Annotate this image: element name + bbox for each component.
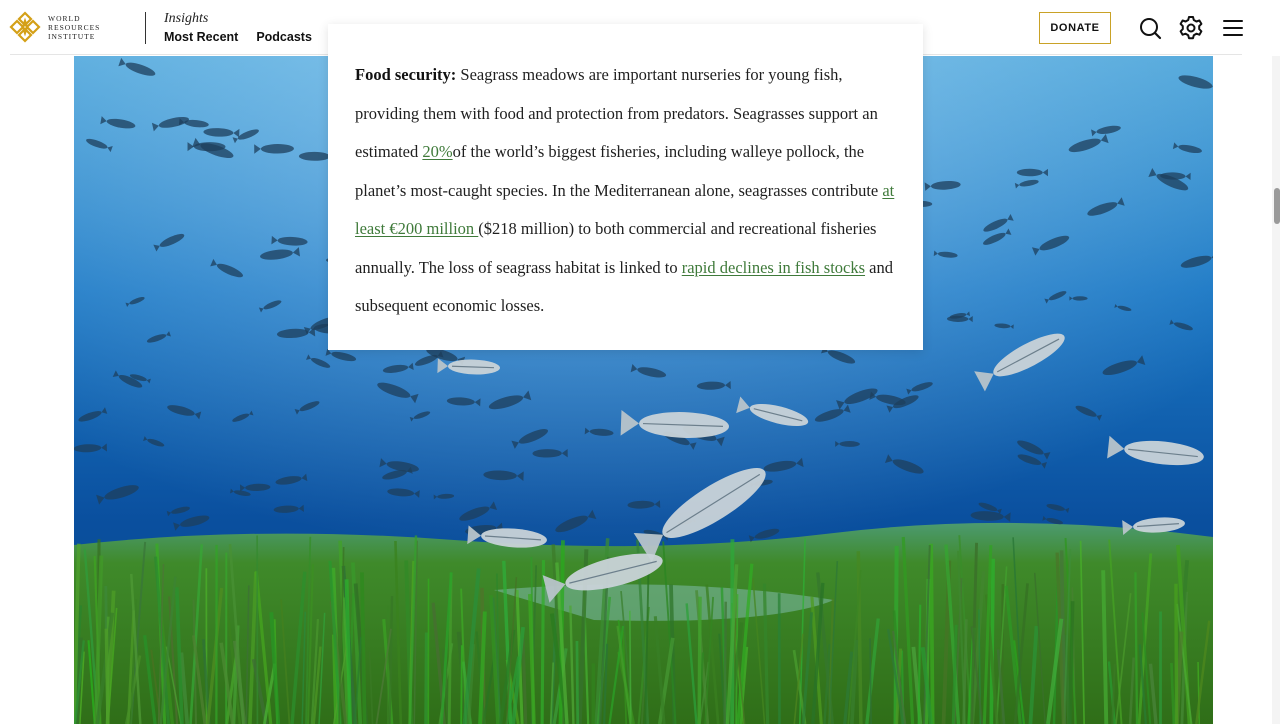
settings-button[interactable]: [1177, 14, 1205, 42]
search-icon: [1140, 18, 1162, 40]
gear-icon: [1179, 16, 1203, 40]
donate-button[interactable]: DONATE: [1039, 12, 1111, 44]
seagrass-blade: [629, 610, 632, 724]
seagrass-blade: [575, 641, 580, 724]
logo-line-3: Institute: [48, 31, 96, 41]
seagrass-blade: [104, 628, 110, 724]
seagrass-blade: [424, 632, 429, 724]
seagrass-blade: [460, 645, 463, 724]
link-fish-stock-declines[interactable]: rapid declines in fish stocks: [682, 258, 865, 277]
food-security-paragraph: Food security: Seagrass meadows are impo…: [355, 56, 900, 326]
wri-logo-text: World Resources Institute: [48, 14, 100, 41]
nav-podcasts[interactable]: Podcasts: [256, 30, 312, 44]
logo-line-2: Resources: [48, 22, 101, 32]
primary-nav: Most Recent Podcasts N: [164, 30, 334, 44]
seagrass-blade: [869, 638, 872, 724]
header-divider: [145, 12, 146, 44]
article-text-card: Food security: Seagrass meadows are impo…: [328, 24, 923, 350]
scrollbar-track[interactable]: [1272, 0, 1280, 724]
menu-button[interactable]: [1219, 14, 1247, 42]
hamburger-menu-icon: [1223, 20, 1243, 36]
section-label: Insights: [164, 11, 209, 26]
paragraph-heading: Food security:: [355, 65, 457, 84]
seagrass-blade: [1134, 572, 1139, 724]
nav-most-recent[interactable]: Most Recent: [164, 30, 238, 44]
seagrass-blade: [697, 596, 702, 724]
search-button[interactable]: [1136, 14, 1164, 42]
seagrass-blade: [723, 601, 727, 724]
logo-line-1: World: [48, 13, 81, 23]
link-20-percent[interactable]: 20%: [422, 142, 452, 161]
seagrass-blade: [540, 560, 546, 724]
scrollbar-thumb[interactable]: [1274, 188, 1280, 224]
seagrass-blade: [929, 543, 935, 724]
wri-logo[interactable]: World Resources Institute: [9, 11, 119, 43]
seagrass-blade: [1174, 583, 1179, 724]
wri-logo-icon: [9, 11, 41, 43]
